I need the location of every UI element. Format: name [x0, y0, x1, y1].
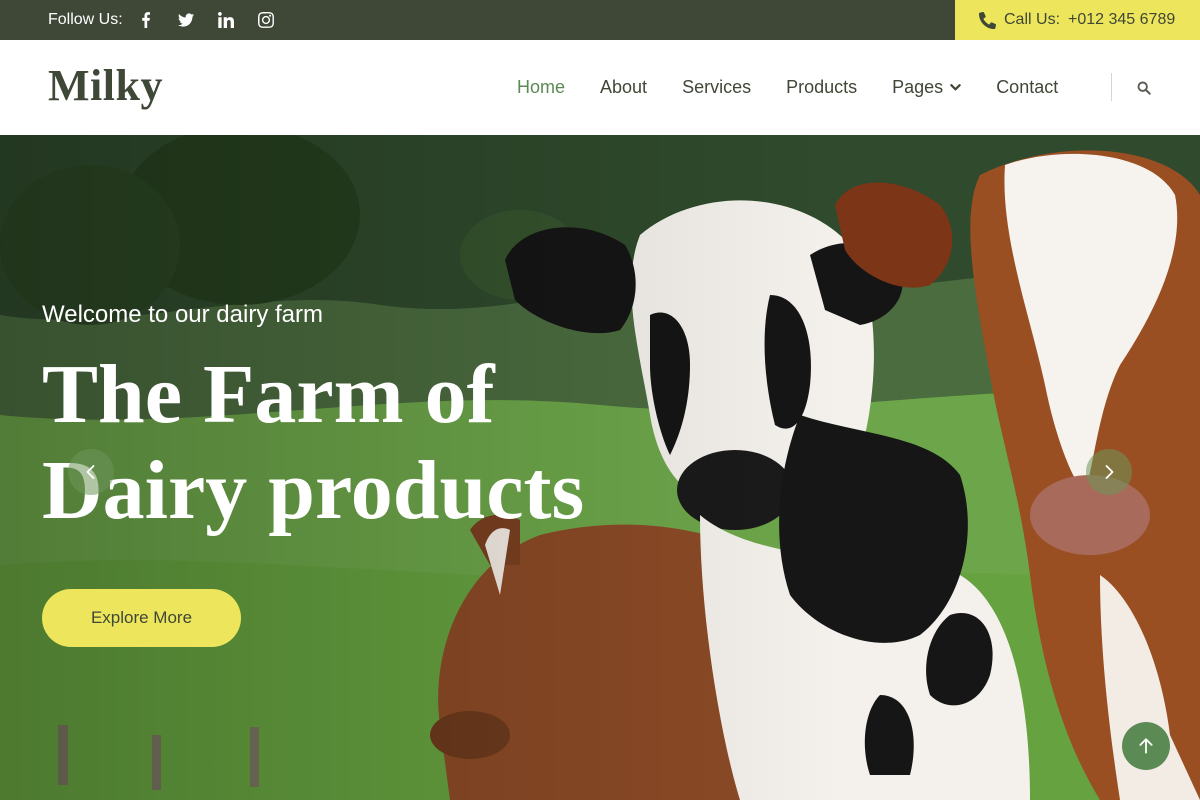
brand-logo[interactable]: Milky	[48, 60, 163, 111]
call-us-label: Call Us:	[1004, 11, 1061, 28]
follow-us-label: Follow Us:	[48, 11, 123, 28]
chevron-down-icon	[950, 84, 961, 91]
top-bar: Follow Us: Call Us: +012 345 6789	[0, 0, 1200, 40]
main-menu: Home About Services Products Pages Conta…	[517, 40, 1093, 135]
search-button[interactable]	[1134, 78, 1154, 98]
explore-more-button[interactable]: Explore More	[42, 589, 241, 647]
arrow-up-icon	[1139, 738, 1153, 754]
carousel-next-button[interactable]	[1086, 449, 1132, 495]
chevron-right-icon	[1105, 465, 1114, 479]
twitter-icon[interactable]	[175, 9, 197, 31]
hero-title-line-2: Dairy products	[42, 444, 585, 537]
nav-divider	[1111, 73, 1112, 101]
facebook-icon[interactable]	[135, 9, 157, 31]
linkedin-icon[interactable]	[215, 9, 237, 31]
instagram-icon[interactable]	[255, 9, 277, 31]
back-to-top-button[interactable]	[1122, 722, 1170, 770]
follow-us: Follow Us:	[48, 0, 295, 40]
search-icon	[1137, 81, 1151, 95]
carousel-prev-button[interactable]	[68, 449, 114, 495]
hero-subtitle: Welcome to our dairy farm	[42, 301, 323, 328]
nav-item-home[interactable]: Home	[517, 77, 565, 98]
hero-title-line-1: The Farm of	[42, 348, 495, 441]
nav-item-pages-label: Pages	[892, 77, 944, 97]
hero-title: The Farm of Dairy products	[42, 347, 742, 539]
phone-number[interactable]: +012 345 6789	[1068, 11, 1175, 29]
hero-carousel: Welcome to our dairy farm The Farm of Da…	[0, 135, 1200, 800]
nav-item-services[interactable]: Services	[682, 77, 751, 98]
chevron-left-icon	[86, 465, 95, 479]
nav-item-about[interactable]: About	[600, 77, 647, 98]
nav-item-products[interactable]: Products	[786, 77, 857, 98]
nav-item-contact[interactable]: Contact	[996, 77, 1058, 98]
navbar: Milky Home About Services Products Pages…	[0, 40, 1200, 135]
call-us[interactable]: Call Us: +012 345 6789	[955, 0, 1200, 40]
phone-icon	[979, 11, 996, 29]
nav-item-pages[interactable]: Pages	[892, 77, 961, 98]
